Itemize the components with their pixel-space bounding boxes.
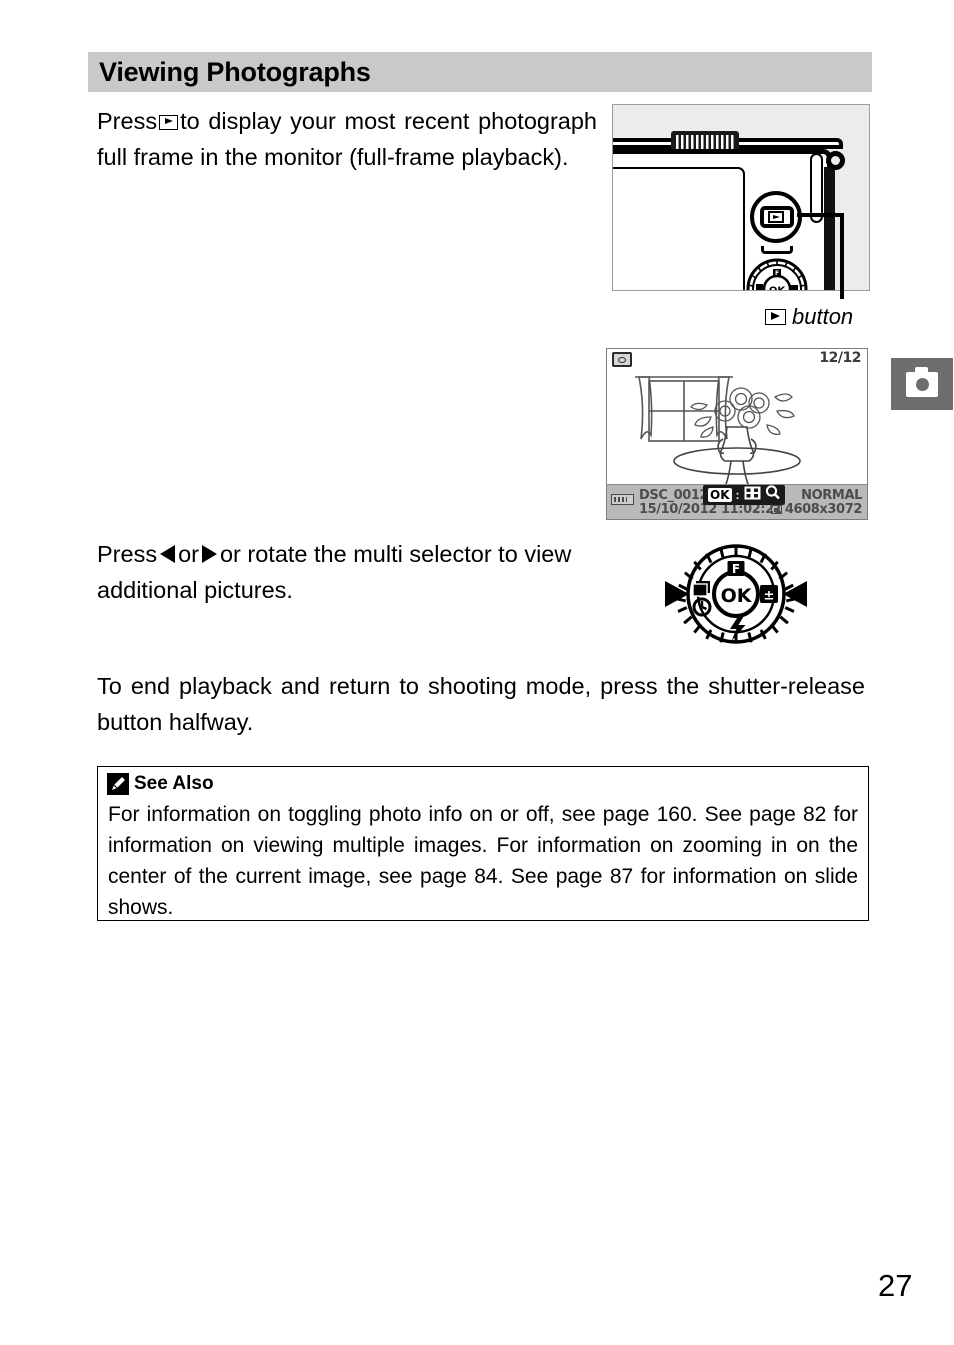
svg-text:F: F [732, 562, 740, 576]
image-size-icon [770, 505, 782, 514]
strap-eyelet-icon [826, 151, 845, 170]
see-also-header: See Also [107, 773, 214, 795]
frame-counter: 12/12 [819, 350, 861, 366]
page-number: 27 [878, 1268, 913, 1303]
pencil-icon [107, 773, 129, 795]
camera-monitor-outline [613, 167, 745, 290]
speaker-slot [761, 246, 793, 254]
still-image-mode-icon [612, 352, 632, 367]
caption-text: button [792, 304, 854, 329]
photo-artwork [607, 369, 867, 488]
see-also-note-box: See Also For information on toggling pho… [97, 766, 869, 921]
svg-text:OK: OK [769, 286, 787, 292]
svg-text:±: ± [764, 589, 775, 604]
ok-badge: OK [708, 488, 732, 502]
para2-text-before: Press [97, 541, 158, 567]
playback-button-icon [768, 211, 784, 223]
lcd-guide-overlay: OK : [703, 485, 785, 505]
callout-line-vertical [840, 213, 844, 299]
svg-text:F: F [775, 270, 779, 277]
image-size-row: 4608x3072 [770, 502, 863, 517]
instruction-paragraph-3: To end playback and return to shooting m… [97, 673, 865, 735]
svg-text:OK: OK [721, 585, 753, 607]
see-also-title: See Also [134, 773, 214, 794]
triangle-left-icon [160, 545, 176, 563]
see-also-text: For information on toggling photo info o… [108, 803, 858, 919]
image-size-value: 4608x3072 [784, 502, 863, 517]
playback-button-icon [159, 115, 179, 130]
margin-tab-camera [891, 358, 953, 410]
magnifier-icon [765, 485, 780, 505]
multi-selector-dial-small: OK F [746, 258, 808, 292]
camera-right-edge [824, 167, 835, 290]
image-quality: NORMAL [801, 488, 862, 503]
page-title: Viewing Photographs [99, 56, 371, 87]
lcd-playback-screenshot: 12/12 OK: DSC_0012. JPG 15/10/2012 11:0… [606, 348, 868, 520]
battery-icon [611, 494, 634, 505]
lcd-top-info-row: 12/12 [607, 349, 867, 371]
para2-text-middle: or [178, 541, 199, 567]
para1-text-before: Press [97, 108, 158, 134]
multi-selector-illustration: OK F ± [663, 541, 809, 647]
instruction-paragraph-2: Press or or rotate the multi selector to v… [97, 536, 627, 608]
camera-icon [906, 366, 938, 397]
instruction-paragraph-1: Press to display your most recent photogr… [97, 103, 597, 175]
camera-back-illustration: OK F [612, 104, 870, 291]
callout-line-horizontal [797, 213, 844, 217]
playback-button-caption: button [763, 304, 853, 330]
triangle-right-icon [201, 545, 217, 563]
section-header-bar: Viewing Photographs [88, 52, 872, 92]
overlay-separator: : [735, 488, 740, 502]
playback-button-icon [765, 309, 786, 325]
thumbnail-grid-icon [744, 486, 761, 505]
